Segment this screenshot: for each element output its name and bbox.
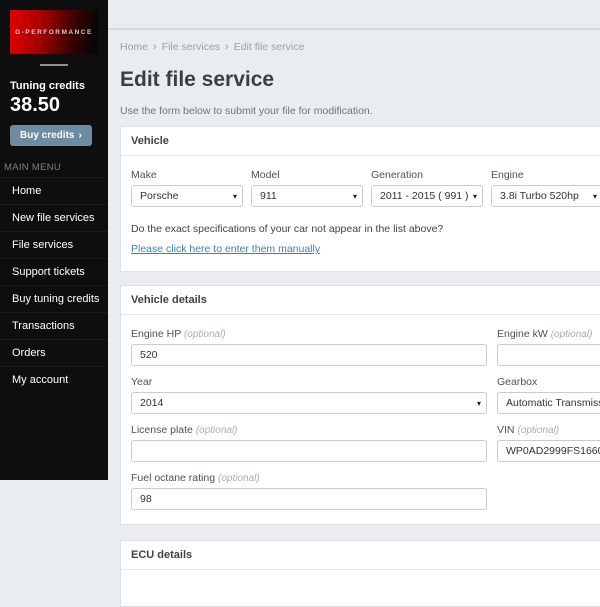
fuel-octane-input[interactable] (131, 488, 487, 510)
vehicle-panel-title: Vehicle (121, 127, 600, 156)
sidebar-item-home[interactable]: Home (0, 177, 108, 204)
engine-hp-optional: (optional) (184, 329, 226, 340)
make-label: Make (131, 169, 243, 181)
engine-kw-input[interactable] (497, 344, 600, 366)
sidebar-item-transactions[interactable]: Transactions (0, 312, 108, 339)
sidebar-item-my-account[interactable]: My account (0, 366, 108, 393)
fuel-octane-optional: (optional) (218, 473, 260, 484)
spec-question-text: Do the exact specifications of your car … (131, 223, 600, 235)
gearbox-select[interactable]: Automatic Transmission ▾ (497, 392, 600, 414)
vehicle-details-panel: Vehicle details Engine HP (optional) Eng… (120, 285, 600, 525)
model-select-value: 911 (260, 190, 277, 202)
year-select-value: 2014 (140, 397, 163, 409)
brand-logo: G-PERFORMANCE (10, 10, 98, 54)
chevron-down-icon: ▾ (477, 393, 481, 414)
chevron-right-icon: › (225, 41, 229, 53)
buy-credits-button[interactable]: Buy credits › (10, 125, 92, 146)
vin-optional: (optional) (517, 425, 559, 436)
page-subtitle: Use the form below to submit your file f… (120, 105, 600, 117)
chevron-right-icon: › (153, 41, 157, 53)
breadcrumb-file-services[interactable]: File services (162, 41, 220, 53)
make-select[interactable]: Porsche ▾ (131, 185, 243, 207)
vehicle-panel: Vehicle Make Porsche ▾ Model 911 (120, 126, 600, 272)
chevron-down-icon: ▾ (353, 186, 357, 207)
breadcrumb-current: Edit file service (234, 41, 305, 53)
make-select-value: Porsche (140, 190, 179, 202)
breadcrumb: Home › File services › Edit file service (120, 41, 600, 53)
model-select[interactable]: 911 ▾ (251, 185, 363, 207)
engine-kw-optional: (optional) (551, 329, 593, 340)
sidebar: G-PERFORMANCE Tuning credits 38.50 Buy c… (0, 0, 108, 480)
top-bar (108, 0, 600, 30)
license-plate-optional: (optional) (196, 425, 238, 436)
generation-select[interactable]: 2011 - 2015 ( 991 ) ▾ (371, 185, 483, 207)
chevron-down-icon: ▾ (593, 186, 597, 207)
chevron-down-icon: ▾ (233, 186, 237, 207)
sidebar-item-buy-tuning-credits[interactable]: Buy tuning credits (0, 285, 108, 312)
sidebar-item-new-file-services[interactable]: New file services (0, 204, 108, 231)
tuning-credits-value: 38.50 (10, 94, 108, 117)
engine-select[interactable]: 3.8i Turbo 520hp ▾ (491, 185, 600, 207)
tuning-credits-label: Tuning credits (10, 80, 108, 92)
fuel-octane-label: Fuel octane rating (optional) (131, 472, 487, 484)
engine-label: Engine (491, 169, 600, 181)
engine-select-value: 3.8i Turbo 520hp (500, 190, 579, 202)
year-select[interactable]: 2014 ▾ (131, 392, 487, 414)
brand-logo-text: G-PERFORMANCE (15, 29, 93, 36)
chevron-right-icon: › (78, 130, 81, 141)
model-label: Model (251, 169, 363, 181)
generation-label: Generation (371, 169, 483, 181)
gearbox-select-value: Automatic Transmission (506, 397, 600, 409)
vin-input[interactable] (497, 440, 600, 462)
chevron-down-icon: ▾ (473, 186, 477, 207)
generation-select-value: 2011 - 2015 ( 991 ) (380, 190, 469, 202)
manual-entry-link[interactable]: Please click here to enter them manually (131, 243, 320, 255)
vehicle-details-panel-title: Vehicle details (121, 286, 600, 315)
engine-hp-input[interactable] (131, 344, 487, 366)
engine-hp-label: Engine HP (optional) (131, 328, 487, 340)
buy-credits-label: Buy credits (20, 130, 74, 141)
sidebar-item-file-services[interactable]: File services (0, 231, 108, 258)
main-menu-header: MAIN MENU (4, 162, 108, 173)
main-content: Home › File services › Edit file service… (108, 0, 600, 480)
sidebar-item-orders[interactable]: Orders (0, 339, 108, 366)
breadcrumb-home[interactable]: Home (120, 41, 148, 53)
page-title: Edit file service (120, 68, 600, 92)
ecu-details-panel-title: ECU details (121, 541, 600, 570)
license-plate-label: License plate (optional) (131, 424, 487, 436)
logo-divider (40, 64, 68, 66)
ecu-details-panel: ECU details (120, 540, 600, 607)
year-label: Year (131, 376, 487, 388)
engine-kw-label: Engine kW (optional) (497, 328, 600, 340)
vin-label: VIN (optional) (497, 424, 600, 436)
license-plate-input[interactable] (131, 440, 487, 462)
gearbox-label: Gearbox (497, 376, 600, 388)
sidebar-item-support-tickets[interactable]: Support tickets (0, 258, 108, 285)
